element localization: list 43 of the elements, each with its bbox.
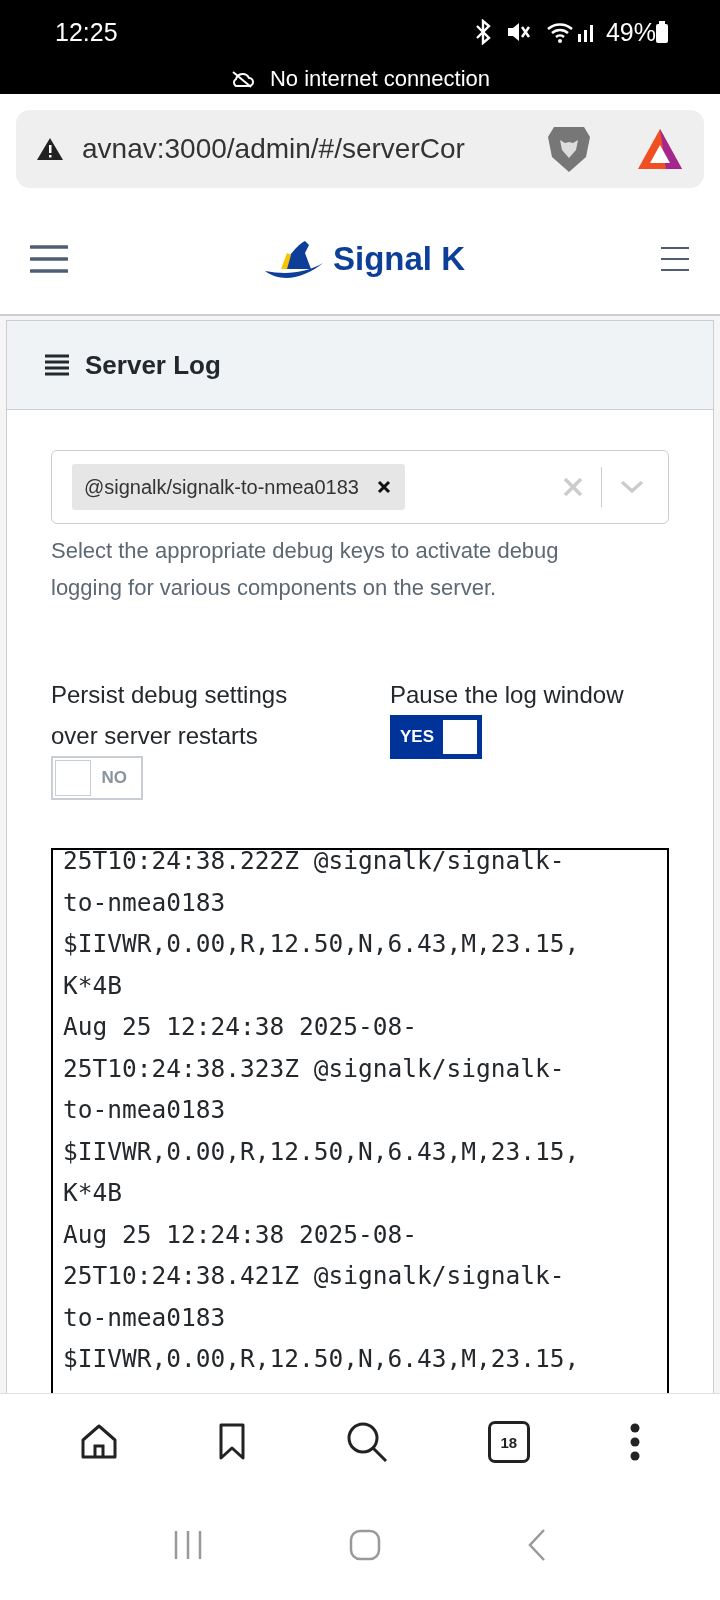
battery-icon: [656, 21, 668, 43]
debug-keys-select[interactable]: @signalk/signalk-to-nmea0183: [51, 450, 669, 524]
log-line: Aug 25 12:24:38 2025-08-: [63, 1218, 418, 1251]
log-line: $IIVWR,0.00,R,12.50,N,6.43,M,23.15,: [63, 1135, 581, 1168]
log-line: to-nmea0183: [63, 886, 227, 919]
home-button-icon[interactable]: [349, 1529, 381, 1561]
log-line: K*4B: [63, 1177, 123, 1209]
list-icon: [45, 353, 69, 377]
log-line: $IIVWR,0.00,R,12.50,N,6.43,M,23.15,: [63, 928, 581, 960]
card-title: Server Log: [85, 349, 221, 381]
bookmark-icon[interactable]: [218, 1422, 247, 1462]
triangle-logo-icon[interactable]: [636, 127, 684, 171]
help-text: Select the appropriate debug keys to activate debug logging for various components on the server.: [51, 537, 560, 602]
connection-notice: No internet connection: [269, 66, 491, 92]
warning-icon: [36, 137, 64, 161]
log-line: Aug 25 12:24:38 2025-08-: [63, 1011, 418, 1043]
back-icon[interactable]: [527, 1528, 547, 1562]
address-bar[interactable]: avnav:3000/admin/#/serverCor: [16, 110, 704, 188]
clock-time: 12:25: [55, 17, 118, 47]
menu-icon[interactable]: [660, 246, 690, 272]
remove-icon[interactable]: [376, 480, 391, 494]
search-icon[interactable]: [345, 1420, 389, 1464]
toggle-switch[interactable]: YES: [390, 715, 482, 759]
bluetooth-icon: [473, 19, 492, 45]
log-line: $IIVWR,0.00,R,12.50,N,6.43,M,23.15,: [63, 1343, 581, 1375]
lion-shield-icon[interactable]: [546, 124, 592, 174]
toggle-label: Pause the log window: [390, 680, 625, 710]
mute-icon: [505, 20, 532, 44]
home-icon[interactable]: [79, 1422, 120, 1462]
log-line: 25T10:24:38.222Z @signalk/signalk-: [63, 850, 566, 877]
log-line: to-nmea0183: [63, 1094, 227, 1126]
toggle-label: Persist debug settings over server restarts: [51, 680, 289, 751]
recent-apps-icon[interactable]: [173, 1529, 203, 1561]
tab-count[interactable]: 18: [487, 1421, 530, 1463]
tag-label: @signalk/signalk-to-nmea0183: [84, 475, 359, 499]
brand-name: Signal K: [333, 240, 465, 278]
log-line: to-nmea0183: [63, 1301, 227, 1334]
log-line: K*4B: [63, 969, 123, 1002]
more-icon[interactable]: [628, 1422, 641, 1462]
log-line: 25T10:24:38.421Z @signalk/signalk-: [63, 1260, 566, 1292]
log-line: 25T10:24:38.323Z @signalk/signalk-: [63, 1052, 566, 1085]
menu-icon[interactable]: [30, 244, 68, 274]
battery-percent: 49%: [605, 17, 656, 47]
